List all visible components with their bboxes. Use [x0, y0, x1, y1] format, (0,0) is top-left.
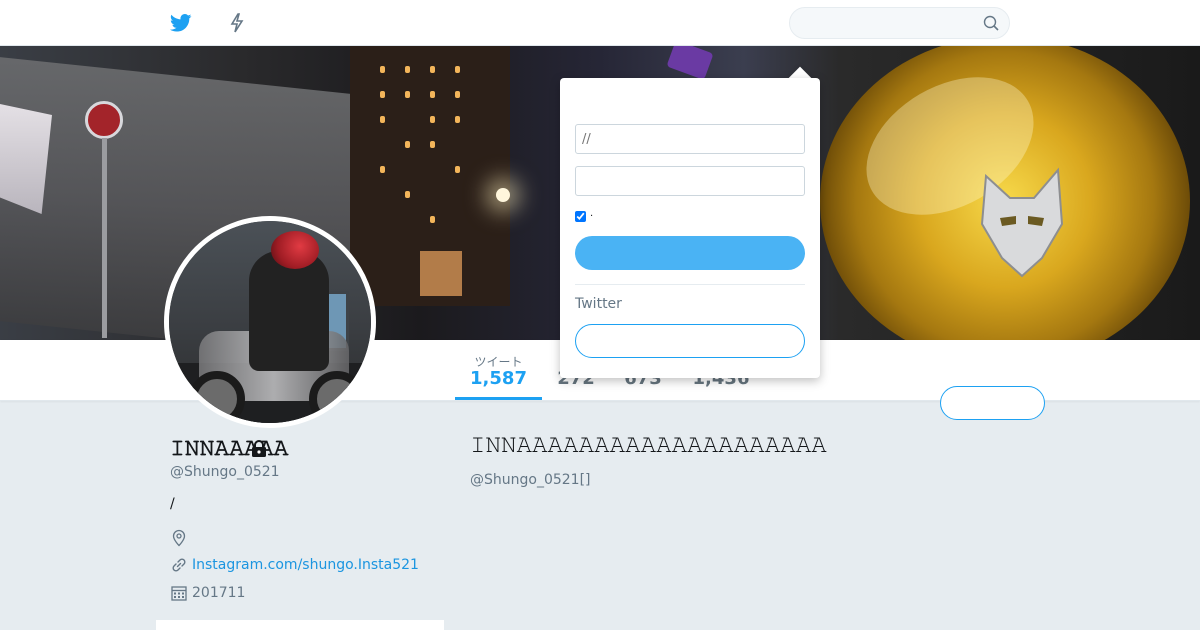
profile-location: [170, 528, 192, 548]
calendar-icon: [171, 586, 187, 601]
profile-avatar[interactable]: [164, 216, 376, 428]
lightning-bolt-icon[interactable]: [226, 12, 248, 34]
stat-value: 1,587: [470, 368, 527, 389]
profile-screen-name: @Shungo_0521: [170, 464, 280, 480]
protected-timeline-subtitle: @Shungo_0521[]: [470, 472, 591, 488]
location-pin-icon: [172, 529, 186, 547]
username-field[interactable]: [575, 124, 805, 154]
profile-display-name: 𝙸𝙽𝙽𝙰𝙰𝙰𝙰𝙰: [170, 436, 289, 460]
signup-prompt: Twitter: [575, 296, 622, 312]
lock-icon: [252, 440, 266, 457]
profile-url-link[interactable]: Instagram.com/shungo.Insta521: [192, 557, 419, 573]
profile-url: Instagram.com/shungo.Insta521: [170, 555, 419, 575]
remember-me-label: ·: [590, 211, 594, 222]
top-nav-bar: [0, 0, 1200, 46]
stat-label: ツイート: [474, 355, 523, 369]
dropdown-divider: [575, 284, 805, 285]
login-dropdown: · Twitter: [560, 78, 820, 378]
remember-me: ·: [575, 211, 593, 222]
link-icon: [172, 558, 186, 572]
search-input[interactable]: [790, 8, 970, 38]
profile-bio: /: [170, 496, 175, 512]
twitter-bird-icon[interactable]: [170, 12, 192, 34]
sidebar-card: [156, 620, 444, 630]
remember-me-checkbox[interactable]: [575, 211, 586, 222]
follow-button[interactable]: [940, 386, 1045, 420]
profile-joined: 201711: [170, 583, 245, 603]
search-box: [789, 7, 1010, 39]
login-button[interactable]: [575, 236, 805, 270]
cat-emblem: [980, 167, 1064, 278]
magnifier-icon[interactable]: [983, 15, 999, 31]
joined-date: 201711: [192, 585, 246, 601]
stat-tweets[interactable]: ツイート 1,587: [455, 340, 542, 400]
password-field[interactable]: [575, 166, 805, 196]
signup-button[interactable]: [575, 324, 805, 358]
protected-timeline-title: 𝙸𝙽𝙽𝙰𝙰𝙰𝙰𝙰𝙰𝙰𝙰𝙰𝙰𝙰𝙰𝙰𝙰𝙰𝙰𝙰𝙰𝙰𝙰: [470, 433, 827, 458]
